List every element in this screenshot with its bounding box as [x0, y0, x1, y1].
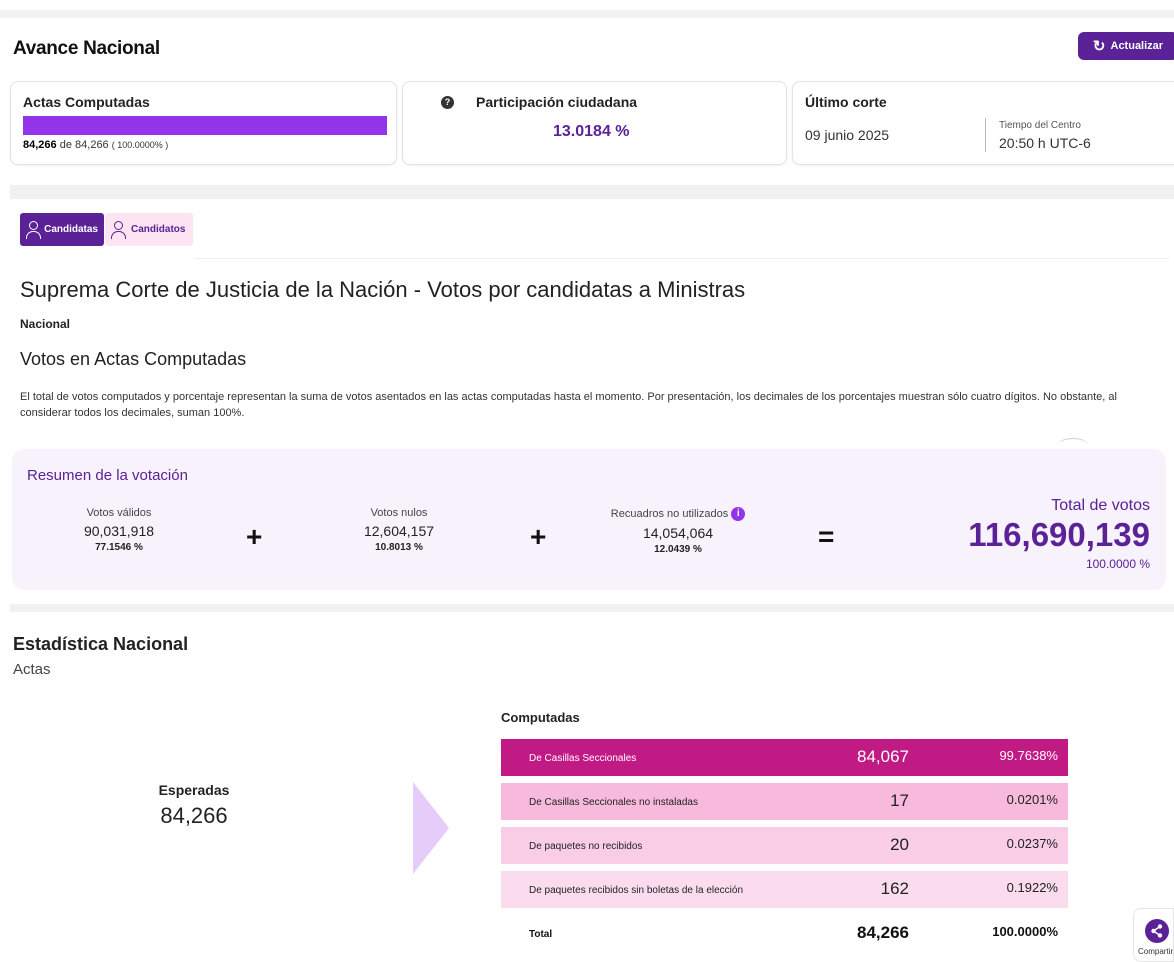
- table-row: De paquetes no recibidos 20 0.0237%: [501, 827, 1068, 864]
- esperadas-label: Esperadas: [158, 782, 230, 798]
- plus-sign: +: [530, 521, 547, 552]
- row-percent: 0.1922%: [1006, 880, 1058, 895]
- equals-sign: =: [818, 521, 835, 552]
- votos-nulos-percent: 10.8013 %: [375, 542, 423, 553]
- total-row-value: 84,266: [857, 923, 909, 942]
- table-total-row: Total 84,266 100.0000%: [501, 915, 1068, 952]
- recuadros-value: 14,054,064: [642, 525, 714, 541]
- row-name: De Casillas Seccionales no instaladas: [529, 797, 698, 808]
- corte-time-label: Tiempo del Centro: [999, 120, 1081, 131]
- row-percent: 0.0237%: [1006, 836, 1058, 851]
- row-value: 20: [890, 835, 909, 854]
- row-value: 17: [890, 791, 909, 810]
- estadistica-subtitle: Actas: [13, 661, 51, 678]
- total-row-name: Total: [529, 929, 553, 940]
- resumen-title: Resumen de la votación: [27, 467, 188, 484]
- tab-candidatas-label: Candidatas: [44, 224, 98, 235]
- table-row: De Casillas Seccionales no instaladas 17…: [501, 783, 1068, 820]
- votos-nulos-value: 12,604,157: [363, 523, 435, 539]
- computadas-label: Computadas: [501, 710, 580, 725]
- row-percent: 0.0201%: [1006, 792, 1058, 807]
- resumen-panel: Resumen de la votación Votos válidos 90,…: [12, 449, 1166, 590]
- actas-title: Actas Computadas: [23, 94, 150, 110]
- row-name: De paquetes no recibidos: [529, 841, 643, 852]
- actas-computed: 84,266: [23, 139, 57, 151]
- row-name: De Casillas Seccionales: [529, 753, 637, 764]
- man-person-icon: [111, 220, 126, 239]
- row-name: De paquetes recibidos sin boletas de la …: [529, 885, 744, 896]
- help-icon[interactable]: ?: [441, 96, 454, 109]
- estadistica-title: Estadística Nacional: [13, 634, 189, 654]
- recuadros-label: Recuadros no utilizados: [610, 507, 729, 520]
- table-row: De Casillas Seccionales 84,067 99.7638%: [501, 739, 1068, 776]
- tab-divider: [195, 258, 1169, 259]
- actas-connector: de: [59, 139, 72, 151]
- plus-sign: +: [246, 521, 263, 552]
- actas-percent: ( 100.0000% ): [111, 140, 169, 150]
- votes-section-title: Votos en Actas Computadas: [20, 349, 247, 369]
- actas-progress-bar: [23, 116, 387, 135]
- votos-validos: Votos válidos 90,031,918 77.1546 %: [29, 507, 209, 553]
- actas-total: 84,266: [75, 139, 109, 151]
- participacion-card: ? Participación ciudadana 13.0184 %: [402, 81, 787, 165]
- actas-progress-fill: [23, 116, 387, 135]
- participacion-title: Participación ciudadana: [476, 94, 638, 110]
- total-row-percent: 100.0000%: [992, 924, 1058, 939]
- total-votos-label: Total de votos: [1051, 497, 1150, 514]
- votos-nulos: Votos nulos 12,604,157 10.8013 %: [309, 507, 489, 553]
- participacion-value: 13.0184 %: [553, 123, 630, 140]
- chevron-right-icon: [413, 782, 449, 874]
- actas-count: 84,266 de 84,266 ( 100.0000% ): [23, 139, 168, 151]
- votos-validos-value: 90,031,918: [83, 523, 155, 539]
- recuadros-no-utilizados: Recuadros no utilizados i 14,054,064 12.0…: [588, 507, 768, 555]
- table-row: De paquetes recibidos sin boletas de la …: [501, 871, 1068, 908]
- corte-card: Último corte 09 junio 2025 Tiempo del Ce…: [792, 81, 1174, 165]
- total-votos-value: 116,690,139: [968, 516, 1150, 553]
- actas-card: Actas Computadas 84,266 de 84,266 ( 100.…: [10, 81, 397, 165]
- refresh-button[interactable]: ↻ Actualizar: [1078, 32, 1174, 60]
- info-icon[interactable]: i: [731, 507, 746, 521]
- section-separator: [10, 185, 1174, 199]
- corte-date: 09 junio 2025: [805, 127, 890, 143]
- votes-description: El total de votos computados y porcentaj…: [20, 391, 1117, 419]
- top-strip: [0, 10, 1174, 18]
- refresh-icon: ↻: [1092, 37, 1106, 55]
- share-icon: [1145, 919, 1169, 943]
- tab-candidatas[interactable]: Candidatas: [20, 213, 104, 246]
- votos-validos-percent: 77.1546 %: [95, 542, 143, 553]
- corte-divider: [985, 118, 986, 152]
- row-value: 162: [880, 879, 909, 898]
- section-separator: [10, 604, 1174, 612]
- recuadros-percent: 12.0439 %: [654, 544, 702, 555]
- scope-label: Nacional: [20, 317, 71, 331]
- woman-person-icon: [26, 220, 41, 239]
- row-percent: 99.7638%: [999, 748, 1058, 763]
- total-votos-percent: 100.0000 %: [1085, 557, 1150, 571]
- tab-candidatos[interactable]: Candidatos: [105, 213, 193, 246]
- esperadas-value: 84,266: [160, 803, 228, 828]
- corte-time: 20:50 h UTC-6: [999, 135, 1091, 151]
- page-title: Avance Nacional: [13, 38, 160, 59]
- votos-nulos-label: Votos nulos: [370, 507, 428, 519]
- share-label: Compartir: [1138, 947, 1174, 956]
- tab-candidatos-label: Candidatos: [131, 224, 186, 235]
- actas-esperadas: Esperadas 84,266: [94, 782, 294, 829]
- refresh-label: Actualizar: [1110, 40, 1164, 52]
- share-button[interactable]: Compartir: [1133, 908, 1174, 962]
- row-value: 84,067: [857, 747, 909, 766]
- election-title: Suprema Corte de Justicia de la Nación -…: [20, 277, 746, 302]
- votos-validos-label: Votos válidos: [86, 507, 152, 519]
- corte-title: Último corte: [805, 94, 887, 110]
- recuadros-label-wrap: Recuadros no utilizados i: [588, 507, 768, 521]
